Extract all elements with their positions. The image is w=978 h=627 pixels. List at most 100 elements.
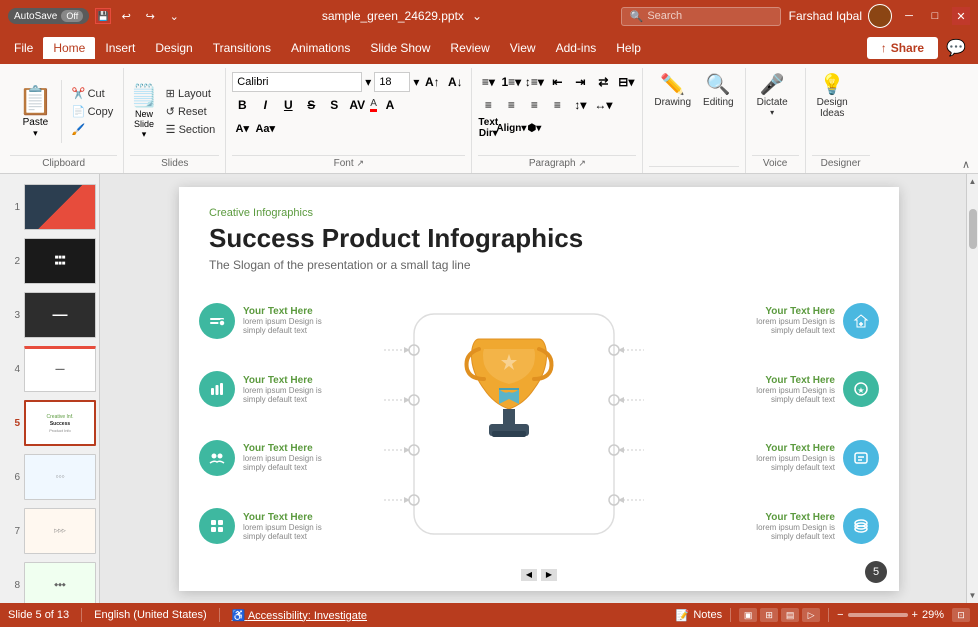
menu-design[interactable]: Design [145, 37, 202, 59]
format-painter-button[interactable]: 🖌️ [68, 121, 117, 138]
menu-addins[interactable]: Add-ins [546, 37, 607, 59]
font-size-input[interactable] [374, 72, 410, 92]
notes-btn[interactable]: 📝 Notes [676, 609, 722, 622]
char-spacing-btn[interactable]: AV [347, 95, 367, 115]
zoom-out-btn[interactable]: − [837, 609, 843, 621]
italic-button[interactable]: I [255, 95, 275, 115]
scroll-thumb[interactable] [969, 209, 977, 249]
menu-insert[interactable]: Insert [95, 37, 145, 59]
fit-page-btn[interactable]: ⊡ [952, 608, 970, 622]
columns-btn[interactable]: ⊟▾ [616, 72, 636, 92]
canvas-area[interactable]: Creative Infographics Success Product In… [100, 174, 978, 603]
slide-sorter-btn[interactable]: ⊞ [760, 608, 778, 622]
menu-animations[interactable]: Animations [281, 37, 360, 59]
slide-nav-arrows[interactable]: ◀ ▶ [521, 569, 557, 581]
nav-left[interactable]: ◀ [521, 569, 537, 581]
underline-button[interactable]: U [278, 95, 298, 115]
convert-smartart-btn[interactable]: ⬢▾ [524, 118, 544, 138]
zoom-in-btn[interactable]: + [912, 609, 918, 621]
accessibility-info[interactable]: ♿ Accessibility: Investigate [232, 609, 367, 622]
comment-button[interactable]: 💬 [938, 34, 974, 62]
new-slide-button[interactable]: 🗒️ NewSlide ▾ [130, 83, 157, 140]
drawing-button[interactable]: ✏️ Drawing [649, 72, 696, 111]
indent-less-btn[interactable]: ⇤ [547, 72, 567, 92]
restore-btn[interactable]: □ [926, 7, 944, 25]
font-name-input[interactable] [232, 72, 362, 92]
save-icon[interactable]: 💾 [95, 8, 111, 24]
decrease-font-btn[interactable]: A↓ [445, 72, 465, 92]
slide-thumb-1[interactable]: 1 [4, 182, 95, 232]
slide-thumb-8[interactable]: 8 ◆◆◆ [4, 560, 95, 603]
slide-thumb-4[interactable]: 4 ━━━ [4, 344, 95, 394]
menu-slideshow[interactable]: Slide Show [360, 37, 440, 59]
align-left-btn[interactable]: ≡ [478, 95, 498, 115]
menu-file[interactable]: File [4, 37, 43, 59]
design-ideas-button[interactable]: 💡 DesignIdeas [812, 72, 853, 122]
multilevel-btn[interactable]: ↕≡▾ [524, 72, 544, 92]
copy-button[interactable]: 📄 Copy [68, 103, 117, 120]
text-highlight-btn[interactable]: A [380, 95, 400, 115]
minimize-btn[interactable]: ─ [900, 7, 918, 25]
align-text-btn[interactable]: Align▾ [501, 118, 521, 138]
dropdown-arrow[interactable]: ⌄ [472, 9, 482, 23]
vertical-scrollbar[interactable]: ▲ ▼ [966, 174, 978, 603]
font-color-btn[interactable]: A [370, 98, 377, 112]
slide-canvas[interactable]: Creative Infographics Success Product In… [179, 187, 899, 591]
new-slide-arrow[interactable]: ▾ [142, 129, 147, 140]
paragraph-dialog-btn[interactable]: ↗ [578, 158, 586, 168]
slide-thumb-5[interactable]: 5 Creative Inf. Success Product Info [4, 398, 95, 448]
font-size-arrow[interactable]: ▾ [413, 75, 419, 89]
justify-btn[interactable]: ≡ [547, 95, 567, 115]
shadow-button[interactable]: S [324, 95, 344, 115]
font-dialog-btn[interactable]: ↗ [356, 158, 364, 168]
text-direction-btn[interactable]: Text Dir▾ [478, 118, 498, 138]
line-spacing-btn[interactable]: ↕▾ [570, 95, 590, 115]
align-center-btn[interactable]: ≡ [501, 95, 521, 115]
slide-thumb-7[interactable]: 7 ▷▷▷ [4, 506, 95, 556]
cut-button[interactable]: ✂️ Cut [68, 85, 117, 102]
indent-more-btn[interactable]: ⇥ [570, 72, 590, 92]
layout-button[interactable]: ⊞ Layout [162, 85, 220, 102]
menu-help[interactable]: Help [606, 37, 651, 59]
slide-thumb-3[interactable]: 3 ▬▬▬ [4, 290, 95, 340]
paste-button[interactable]: 📋 Paste ▾ [10, 80, 62, 143]
rtl-btn[interactable]: ⇄ [593, 72, 613, 92]
nav-right[interactable]: ▶ [541, 569, 557, 581]
autosave-toggle[interactable]: AutoSave Off [8, 8, 89, 24]
scroll-down[interactable]: ▼ [966, 588, 978, 603]
reset-button[interactable]: ↺ Reset [162, 103, 220, 120]
redo-btn[interactable]: ↪ [141, 7, 159, 25]
menu-view[interactable]: View [500, 37, 546, 59]
zoom-slider[interactable] [848, 613, 908, 617]
case-btn[interactable]: Aa▾ [255, 118, 275, 138]
search-box[interactable]: 🔍 Search [621, 7, 781, 26]
paste-arrow[interactable]: ▾ [33, 128, 38, 139]
close-btn[interactable]: ✕ [952, 7, 970, 25]
slideshow-btn[interactable]: ▷ [802, 608, 820, 622]
editing-button[interactable]: 🔍 Editing [698, 72, 739, 111]
menu-review[interactable]: Review [440, 37, 499, 59]
section-button[interactable]: ☰ Section [162, 121, 220, 138]
number-list-btn[interactable]: 1≡▾ [501, 72, 521, 92]
customize-btn[interactable]: ⌄ [165, 7, 183, 25]
font-color-2-btn[interactable]: A▾ [232, 118, 252, 138]
reading-view-btn[interactable]: ▤ [781, 608, 799, 622]
slide-thumb-2[interactable]: 2 ■■■■■■ [4, 236, 95, 286]
dictate-button[interactable]: 🎤 Dictate ▾ [752, 72, 793, 120]
align-right-btn[interactable]: ≡ [524, 95, 544, 115]
smart-art-btn[interactable]: ↔▾ [593, 95, 613, 115]
zoom-control[interactable]: − + 29% [837, 609, 944, 621]
ribbon-collapse-btn[interactable]: ∧ [958, 156, 974, 173]
font-dropdown-arrow[interactable]: ▾ [365, 75, 371, 89]
scroll-up[interactable]: ▲ [966, 174, 978, 189]
normal-view-btn[interactable]: ▣ [739, 608, 757, 622]
menu-home[interactable]: Home [43, 37, 95, 59]
dictate-arrow[interactable]: ▾ [770, 108, 774, 117]
bullet-list-btn[interactable]: ≡▾ [478, 72, 498, 92]
strikethrough-button[interactable]: S [301, 95, 321, 115]
share-button[interactable]: ↑ Share [867, 37, 938, 59]
undo-btn[interactable]: ↩ [117, 7, 135, 25]
menu-transitions[interactable]: Transitions [203, 37, 281, 59]
increase-font-btn[interactable]: A↑ [422, 72, 442, 92]
bold-button[interactable]: B [232, 95, 252, 115]
